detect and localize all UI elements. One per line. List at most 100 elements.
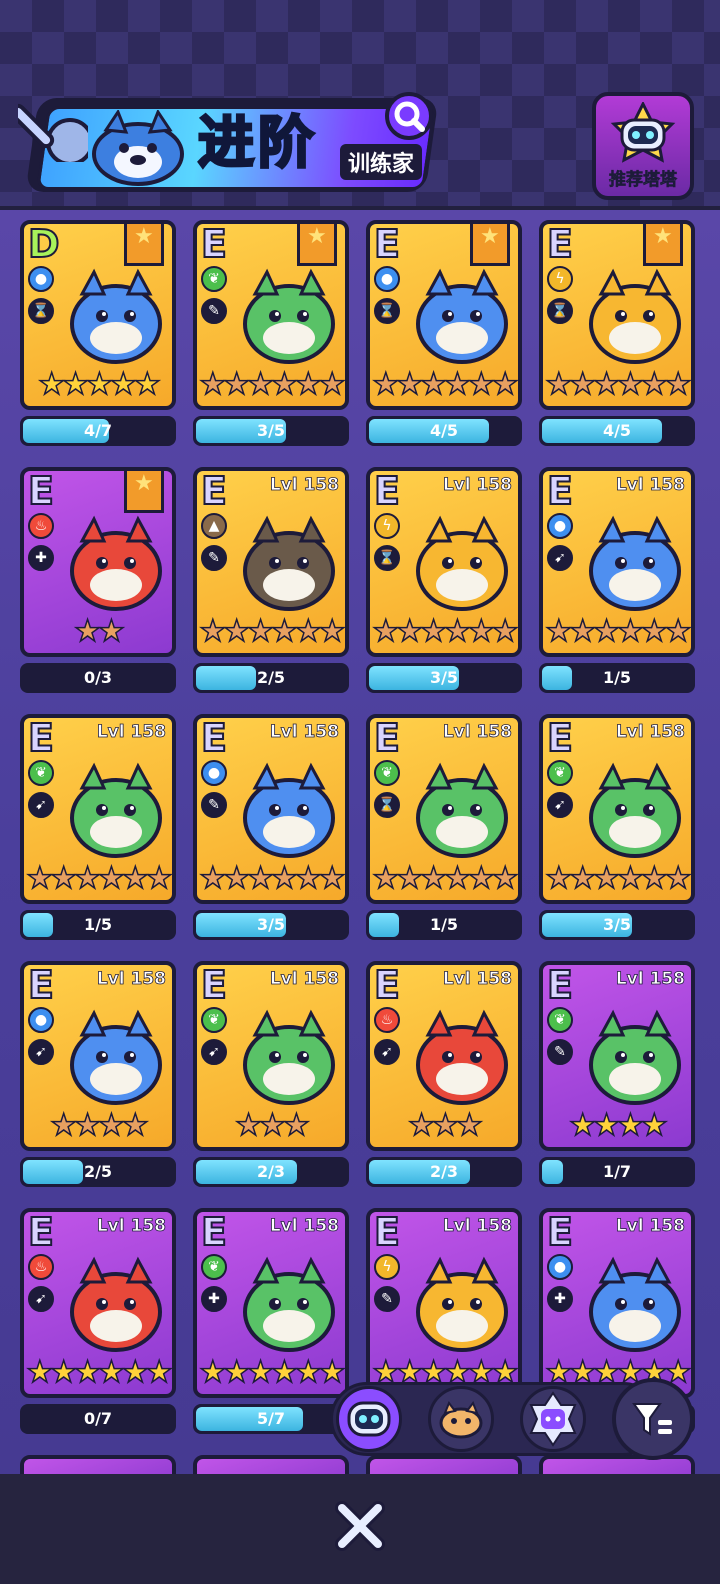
grass-element-icon: ❦	[201, 1254, 227, 1280]
grade-badge: E	[373, 963, 401, 1008]
pet-card[interactable]: E Lvl 158 ❦ ✎ ★★★★	[539, 961, 695, 1151]
progress-text: 1/5	[83, 915, 113, 934]
search-button[interactable]	[385, 92, 433, 140]
pet-card[interactable]: E Lvl 158 ❦ ⌛ ★★★★★★	[366, 714, 522, 904]
pet-card[interactable]: E Lvl 158 ● ➹ ★★★★	[20, 961, 176, 1151]
grade-badge: E	[200, 963, 228, 1008]
star-rating: ★★★★★★	[199, 367, 345, 403]
pet-card[interactable]: E Lvl 158 ❦ ➹ ★★★★★★	[539, 714, 695, 904]
progress-bar: 3/5	[193, 910, 349, 940]
star-rating: ★★★★★★	[545, 367, 691, 403]
progress-bar: 1/7	[539, 1157, 695, 1187]
recommend-button[interactable]: 推荐塔塔	[592, 92, 694, 200]
pet-card[interactable]: E♨ ✚ ★★	[20, 467, 176, 657]
level-label: Lvl 158	[269, 722, 339, 743]
pet-card[interactable]: E❦ ✎ ★★★★★★	[193, 220, 349, 410]
star-rating: ★★★★★★	[26, 1355, 172, 1391]
pet-card[interactable]: E Lvl 158 ϟ ✎ ★★★★★★	[366, 1208, 522, 1398]
tab-cat-badge[interactable]	[520, 1386, 586, 1452]
progress-text: 2/3	[256, 1162, 286, 1181]
grade-badge: E	[546, 222, 574, 267]
progress-bar: 3/5	[193, 416, 349, 446]
pet-card[interactable]: E Lvl 158 ● ✚ ★★★★★★	[539, 1208, 695, 1398]
star-rating: ★★★★★★	[545, 861, 691, 897]
level-label: Lvl 158	[96, 969, 166, 990]
pet-card[interactable]: Eϟ ⌛ ★★★★★★	[539, 220, 695, 410]
pet-portrait	[243, 268, 335, 364]
fire-element-icon: ♨	[28, 513, 54, 539]
pet-card[interactable]: E Lvl 158 ♨ ➹ ★★★	[366, 961, 522, 1151]
star-rating: ★★★	[234, 1108, 310, 1144]
pet-portrait	[243, 1009, 335, 1105]
pet-portrait	[70, 268, 162, 364]
tab-robot[interactable]	[336, 1386, 402, 1452]
progress-bar: 1/5	[366, 910, 522, 940]
pet-card[interactable]: E Lvl 158 ▲ ✎ ★★★★★★	[193, 467, 349, 657]
hourglass-icon: ⌛	[374, 298, 400, 324]
plus-icon: ✚	[201, 1286, 227, 1312]
pet-card-partial[interactable]	[20, 1455, 176, 1474]
star-rating: ★★★★★★	[372, 367, 518, 403]
grass-element-icon: ❦	[547, 1007, 573, 1033]
tab-bread[interactable]	[428, 1386, 494, 1452]
grade-badge: E	[27, 716, 55, 761]
water-element-icon: ●	[547, 513, 573, 539]
pet-portrait	[70, 1256, 162, 1352]
feather-icon: ✎	[374, 1286, 400, 1312]
runner-icon: ➹	[28, 792, 54, 818]
pet-card[interactable]: E Lvl 158 ❦ ✚ ★★★★★★	[193, 1208, 349, 1398]
level-label: Lvl 158	[269, 969, 339, 990]
pet-portrait	[70, 515, 162, 611]
star-rating: ★★★★★★	[372, 861, 518, 897]
level-label: Lvl 158	[615, 722, 685, 743]
close-button[interactable]	[330, 1496, 390, 1556]
grade-badge: E	[373, 716, 401, 761]
pet-card[interactable]: E Lvl 158 ❦ ➹ ★★★★★★	[20, 714, 176, 904]
grade-badge: E	[27, 1210, 55, 1255]
level-label: Lvl 158	[615, 969, 685, 990]
hourglass-icon: ⌛	[547, 298, 573, 324]
progress-text: 0/7	[83, 1409, 113, 1428]
progress-bar: 0/3	[20, 663, 176, 693]
progress-bar: 2/5	[20, 1157, 176, 1187]
pet-card[interactable]: E Lvl 158 ♨ ➹ ★★★★★★	[20, 1208, 176, 1398]
progress-text: 4/5	[602, 421, 632, 440]
progress-bar: 1/5	[20, 910, 176, 940]
pet-grid: D●⌛★★★★★4/7E❦✎★★★★★★3/5E●⌛★★★★★★4/5Eϟ⌛★★…	[0, 210, 720, 1474]
level-label: Lvl 158	[442, 969, 512, 990]
feather-icon: ✎	[201, 545, 227, 571]
grade-badge: D	[27, 222, 61, 267]
grade-badge: E	[27, 963, 55, 1008]
pet-portrait	[70, 762, 162, 858]
plus-icon: ✚	[28, 545, 54, 571]
star-rating: ★★★★	[49, 1108, 149, 1144]
level-label: Lvl 158	[96, 1216, 166, 1237]
pet-card-partial[interactable]	[193, 1455, 349, 1474]
progress-text: 1/5	[602, 668, 632, 687]
grade-badge: E	[373, 222, 401, 267]
level-label: Lvl 158	[442, 475, 512, 496]
star-rating: ★★★★★★	[199, 614, 345, 650]
pet-card[interactable]: E● ⌛ ★★★★★★	[366, 220, 522, 410]
pet-portrait	[243, 515, 335, 611]
progress-text: 1/5	[429, 915, 459, 934]
recommend-label: 推荐塔塔	[609, 170, 678, 191]
pet-card[interactable]: E Lvl 158 ● ✎ ★★★★★★	[193, 714, 349, 904]
pet-portrait	[589, 515, 681, 611]
progress-bar: 2/5	[193, 663, 349, 693]
water-element-icon: ●	[28, 1007, 54, 1033]
star-rating: ★★★★★★	[372, 614, 518, 650]
pet-portrait	[243, 1256, 335, 1352]
thunder-element-icon: ϟ	[374, 513, 400, 539]
filter-button[interactable]	[612, 1378, 694, 1460]
pet-card[interactable]: E Lvl 158 ❦ ➹ ★★★	[193, 961, 349, 1151]
pet-card[interactable]: E Lvl 158 ϟ ⌛ ★★★★★★	[366, 467, 522, 657]
progress-text: 3/5	[602, 915, 632, 934]
pet-card[interactable]: E Lvl 158 ● ➹ ★★★★★★	[539, 467, 695, 657]
level-label: Lvl 158	[442, 722, 512, 743]
page-subtitle: 训练家	[340, 144, 423, 180]
pet-card[interactable]: D● ⌛ ★★★★★	[20, 220, 176, 410]
mascot-face-icon	[92, 110, 184, 186]
runner-icon: ➹	[28, 1039, 54, 1065]
grade-badge: E	[200, 716, 228, 761]
